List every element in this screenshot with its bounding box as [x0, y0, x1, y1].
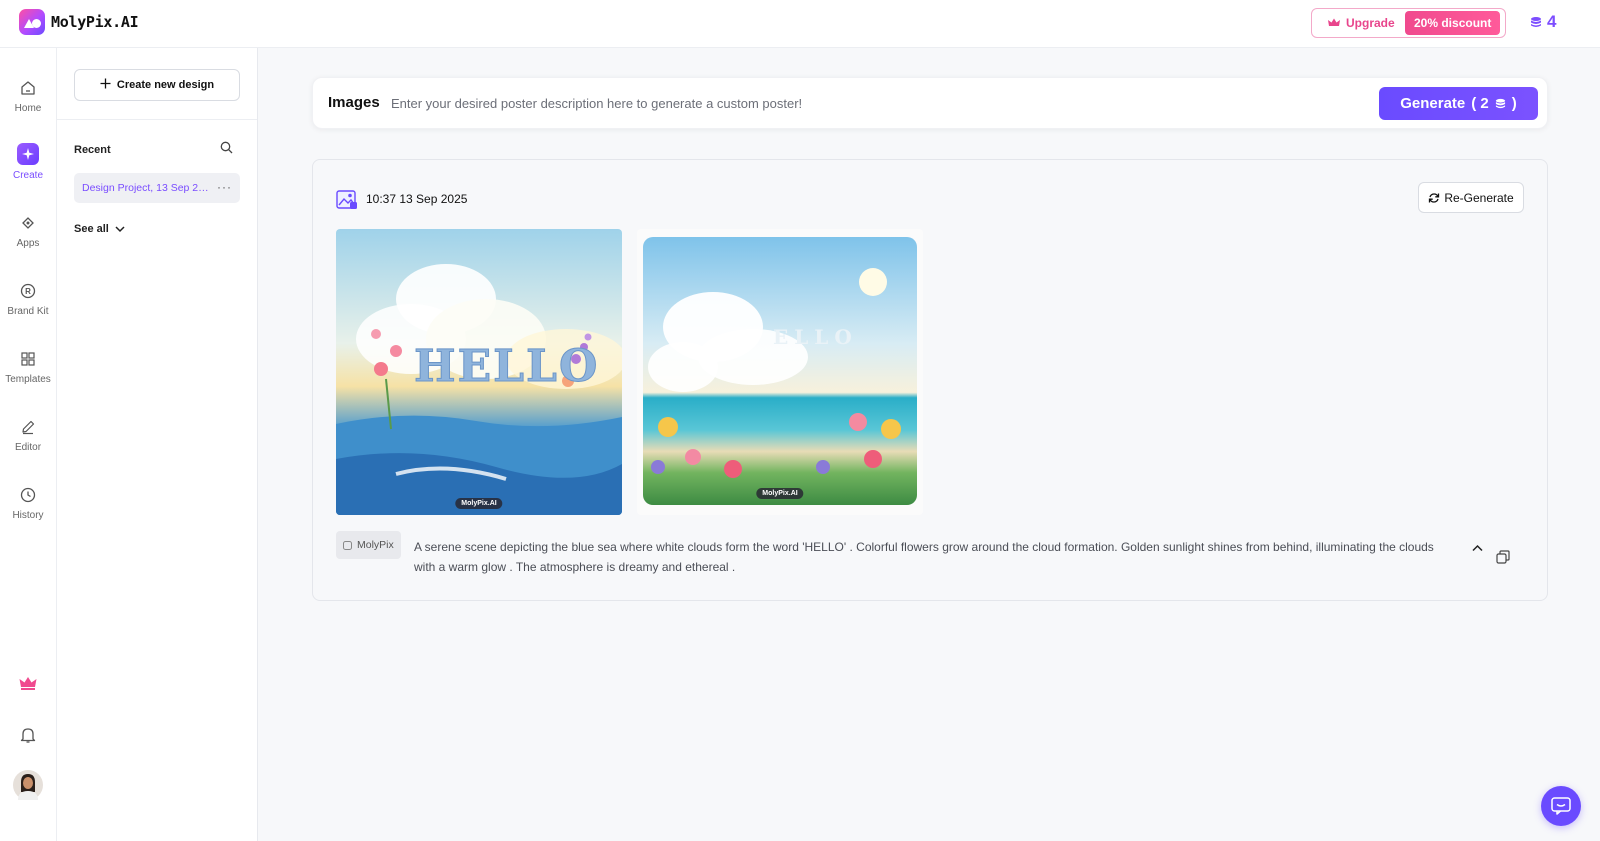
image-overlay-text: HELLO [413, 341, 600, 393]
model-badge: MolyPix [336, 531, 401, 559]
create-new-design-button[interactable]: Create new design [74, 69, 240, 101]
crown-icon [1328, 18, 1340, 26]
generate-label: Generate [1400, 95, 1466, 112]
avatar-icon [13, 770, 43, 800]
rail-label: Home [14, 103, 42, 114]
notifications[interactable] [0, 725, 56, 745]
chevron-up-icon[interactable] [1472, 539, 1483, 557]
recent-item-name: Design Project, 13 Sep 2025 [82, 182, 212, 194]
rail-item-create[interactable]: Create [0, 143, 56, 181]
chevron-down-icon [115, 225, 125, 232]
discount-badge[interactable]: 20% discount [1405, 11, 1501, 35]
coins-icon [1495, 98, 1505, 109]
brand-icon: R [18, 281, 38, 301]
logo-icon [19, 9, 45, 35]
refresh-icon [1429, 192, 1440, 203]
generated-image-2[interactable]: ELLO MolyPix.AI [637, 229, 923, 515]
more-options-icon[interactable]: ··· [217, 181, 232, 193]
rail-item-templates[interactable]: Templates [0, 349, 56, 385]
premium-crown[interactable] [0, 673, 56, 693]
credits-counter[interactable]: 4 [1530, 12, 1556, 32]
rail-label: History [12, 510, 44, 521]
model-icon [343, 540, 352, 550]
pencil-icon [18, 417, 38, 437]
prompt-bar: Images Generate ( 2 ) [312, 77, 1548, 129]
coins-icon [1531, 17, 1541, 27]
chat-support-button[interactable] [1541, 786, 1581, 826]
result-header: 10:37 13 Sep 2025 [336, 188, 467, 210]
rail-item-editor[interactable]: Editor [0, 417, 56, 453]
clock-icon [18, 485, 38, 505]
generated-image-1[interactable]: HELLO MolyPix.AI [336, 229, 622, 515]
rail-item-home[interactable]: Home [0, 78, 56, 114]
avatar[interactable] [0, 770, 56, 800]
crown-icon [18, 673, 38, 693]
upgrade-banner[interactable]: Upgrade 20% discount [1311, 8, 1506, 38]
bell-icon [18, 725, 38, 745]
search-icon[interactable] [220, 141, 233, 159]
generate-cost: ( 2 [1471, 95, 1489, 112]
result-card: 10:37 13 Sep 2025 Re-Generate HELLO Moly… [312, 159, 1548, 601]
see-all-toggle[interactable]: See all [74, 223, 125, 235]
generate-button[interactable]: Generate ( 2 ) [1379, 87, 1538, 120]
create-new-design-label: Create new design [116, 79, 215, 91]
upgrade-label: Upgrade [1346, 16, 1395, 30]
see-all-label: See all [74, 223, 109, 235]
top-bar: MolyPix.AI Upgrade 20% discount 4 [0, 0, 1600, 48]
image-overlay-text: ELLO [773, 325, 858, 349]
apps-icon [18, 213, 38, 233]
generate-cost-close: ) [1511, 95, 1517, 112]
recent-item[interactable]: Design Project, 13 Sep 2025 ··· [74, 173, 240, 203]
rail-label: Brand Kit [7, 306, 49, 317]
rail-item-history[interactable]: History [0, 485, 56, 521]
sparkle-icon [17, 143, 39, 165]
rail-label: Editor [14, 442, 42, 453]
home-icon [18, 78, 38, 98]
regenerate-label: Re-Generate [1444, 190, 1514, 205]
rail-label: Apps [16, 238, 40, 249]
prompt-description: A serene scene depicting the blue sea wh… [414, 540, 1434, 574]
copy-icon[interactable] [1496, 550, 1510, 569]
model-badge-label: MolyPix [357, 539, 394, 551]
result-timestamp: 10:37 13 Sep 2025 [366, 192, 468, 206]
svg-text:R: R [25, 287, 31, 296]
upgrade-button[interactable]: Upgrade [1314, 11, 1405, 35]
rail-item-brand-kit[interactable]: R Brand Kit [0, 281, 56, 317]
watermark: MolyPix.AI [756, 488, 804, 499]
app-name: MolyPix.AI [51, 13, 139, 31]
divider [57, 119, 257, 120]
recent-heading: Recent [74, 144, 111, 156]
logo[interactable]: MolyPix.AI [19, 9, 139, 35]
image-canvas: ELLO MolyPix.AI [643, 237, 917, 505]
prompt-input[interactable] [391, 88, 1331, 118]
rail-label: Create [12, 170, 43, 181]
rail-label: Templates [5, 374, 51, 385]
prompt-mode-label: Images [328, 94, 380, 111]
left-rail: Home Create Apps R Brand Kit Templates E… [0, 48, 57, 841]
credits-value: 4 [1547, 12, 1557, 31]
watermark: MolyPix.AI [455, 498, 503, 509]
rail-item-apps[interactable]: Apps [0, 213, 56, 249]
chat-icon [1551, 797, 1571, 815]
scene-shapes [648, 268, 901, 478]
plus-icon [100, 78, 111, 92]
regenerate-button[interactable]: Re-Generate [1418, 182, 1524, 213]
templates-icon [18, 349, 38, 369]
image-gallery-icon [336, 190, 357, 209]
design-panel: Create new design Recent Design Project,… [57, 48, 258, 841]
